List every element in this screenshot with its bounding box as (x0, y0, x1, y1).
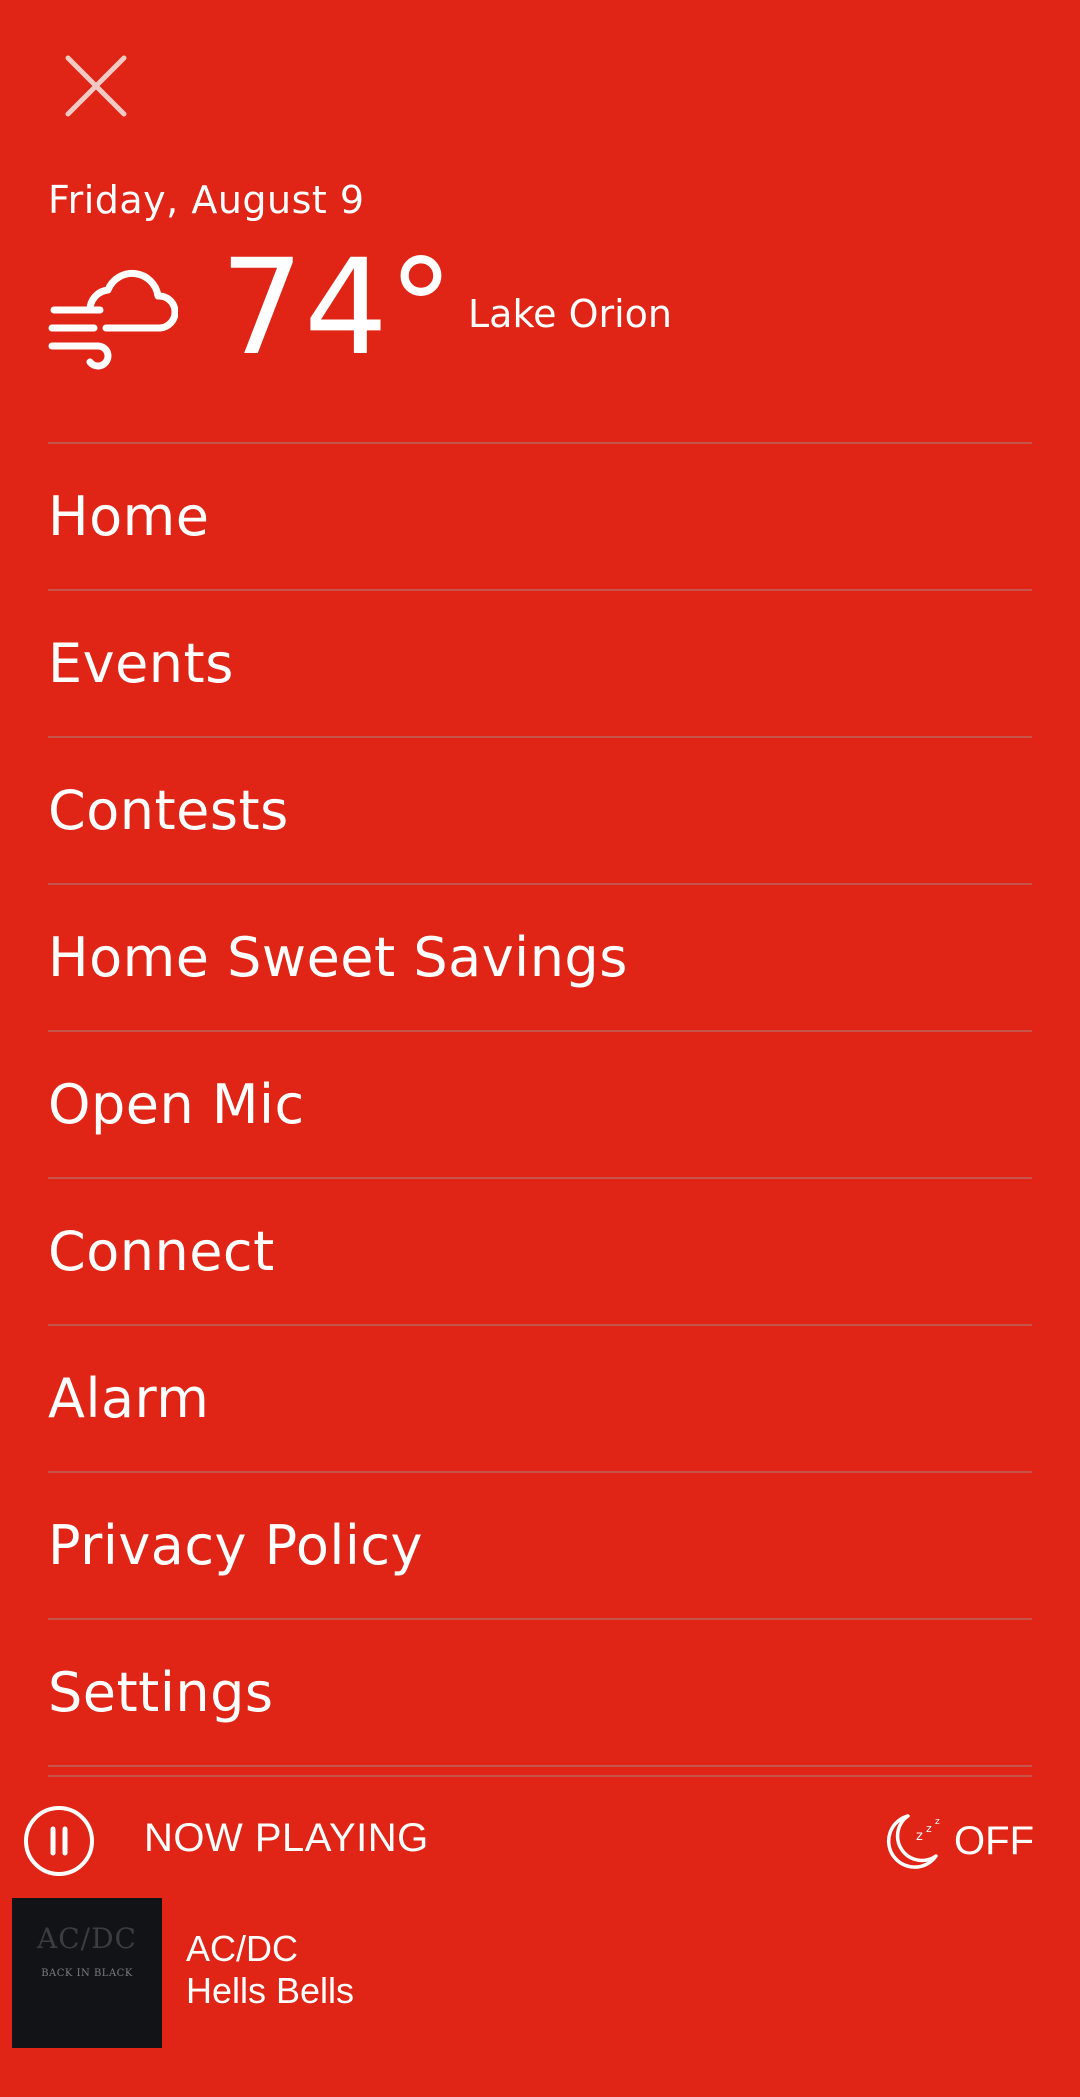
track-artist: AC/DC (186, 1928, 299, 1969)
menu-item-label: Alarm (48, 1367, 210, 1430)
track-title: Hells Bells (186, 1970, 355, 2011)
location-label: Lake Orion (468, 292, 672, 336)
menu-item-label: Events (48, 632, 234, 695)
menu-item-connect[interactable]: Connect (48, 1179, 1032, 1326)
windy-cloud-icon (48, 269, 178, 370)
menu-item-privacy-policy[interactable]: Privacy Policy (48, 1473, 1032, 1620)
menu-item-label: Open Mic (48, 1073, 305, 1136)
svg-text:z: z (926, 1822, 932, 1835)
album-title: BACK IN BLACK (41, 1968, 133, 1979)
menu-item-open-mic[interactable]: Open Mic (48, 1032, 1032, 1179)
sleep-timer-button[interactable]: z z z OFF (878, 1806, 1034, 1876)
temperature: 74° (220, 231, 454, 385)
menu-item-label: Connect (48, 1220, 275, 1283)
now-playing-bar: NOW PLAYING z z z OFF (0, 1800, 1080, 1880)
pause-button[interactable] (22, 1804, 96, 1878)
menu-item-label: Contests (48, 779, 289, 842)
menu-item-label: Home Sweet Savings (48, 926, 628, 989)
menu-item-label: Settings (48, 1661, 274, 1724)
sleep-timer-label: OFF (954, 1818, 1034, 1863)
menu-item-alarm[interactable]: Alarm (48, 1326, 1032, 1473)
menu-item-home[interactable]: Home (48, 444, 1032, 591)
svg-text:z: z (935, 1817, 940, 1827)
svg-text:z: z (916, 1829, 923, 1844)
player-divider (48, 1775, 1032, 1777)
weather-widget: 74° Lake Orion (48, 238, 1048, 378)
pause-icon (24, 1806, 94, 1876)
sleep-timer-moon-icon: z z z (886, 1814, 940, 1869)
album-art[interactable]: AC/DC BACK IN BLACK (12, 1898, 162, 2048)
now-playing-label: NOW PLAYING (144, 1816, 429, 1860)
menu-item-label: Privacy Policy (48, 1514, 424, 1577)
menu-item-contests[interactable]: Contests (48, 738, 1032, 885)
nav-menu: Home Events Contests Home Sweet Savings … (48, 442, 1032, 1767)
album-logo: AC/DC (37, 1922, 137, 1955)
menu-item-label: Home (48, 485, 210, 548)
close-icon (65, 55, 127, 117)
close-button[interactable] (62, 52, 130, 120)
current-track[interactable]: AC/DC BACK IN BLACK AC/DC Hells Bells (12, 1898, 1072, 2048)
track-info: AC/DC Hells Bells (186, 1928, 354, 2012)
menu-item-events[interactable]: Events (48, 591, 1032, 738)
menu-item-settings[interactable]: Settings (48, 1620, 1032, 1767)
menu-item-home-sweet-savings[interactable]: Home Sweet Savings (48, 885, 1032, 1032)
date-label: Friday, August 9 (48, 178, 365, 222)
